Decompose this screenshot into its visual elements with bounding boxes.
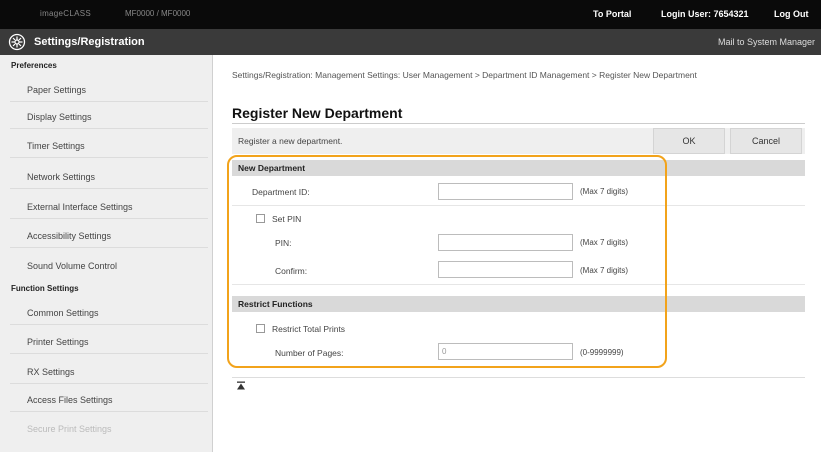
log-out-link[interactable]: Log Out: [774, 9, 809, 19]
sidebar-item-common-settings[interactable]: Common Settings: [27, 308, 99, 318]
sidebar-item-external-interface-settings[interactable]: External Interface Settings: [27, 202, 133, 212]
sidebar-group-function-settings: Function Settings: [11, 284, 79, 293]
breadcrumb: Settings/Registration: Management Settin…: [232, 70, 697, 80]
divider: [10, 188, 208, 189]
divider: [10, 157, 208, 158]
highlight-frame: [227, 155, 667, 368]
ok-button[interactable]: OK: [653, 128, 725, 154]
divider: [10, 324, 208, 325]
divider: [10, 247, 208, 248]
device-model: MF0000 / MF0000: [125, 9, 191, 18]
divider: [10, 383, 208, 384]
sidebar-item-display-settings[interactable]: Display Settings: [27, 112, 92, 122]
divider: [232, 123, 805, 124]
divider: [10, 218, 208, 219]
sidebar-item-paper-settings[interactable]: Paper Settings: [27, 85, 86, 95]
top-bar: imageCLASS MF0000 / MF0000 To Portal Log…: [0, 0, 821, 29]
to-portal-link[interactable]: To Portal: [593, 9, 631, 19]
sidebar-item-timer-settings[interactable]: Timer Settings: [27, 141, 85, 151]
divider: [10, 353, 208, 354]
login-user-label: Login User: 7654321: [661, 9, 749, 19]
divider: [10, 411, 208, 412]
sidebar-item-accessibility-settings[interactable]: Accessibility Settings: [27, 231, 111, 241]
sidebar-group-preferences: Preferences: [11, 61, 57, 70]
sidebar-item-sound-volume-control[interactable]: Sound Volume Control: [27, 261, 117, 271]
page-title: Register New Department: [232, 105, 403, 121]
settings-gear-icon: [8, 33, 26, 51]
device-name: imageCLASS: [40, 9, 92, 18]
divider: [10, 101, 208, 102]
sidebar: Preferences Paper Settings Display Setti…: [0, 55, 213, 452]
sidebar-item-printer-settings[interactable]: Printer Settings: [27, 337, 89, 347]
sidebar-item-network-settings[interactable]: Network Settings: [27, 172, 95, 182]
cancel-button[interactable]: Cancel: [730, 128, 802, 154]
app-title: Settings/Registration: [34, 36, 145, 48]
divider: [232, 377, 805, 378]
divider: [10, 128, 208, 129]
sidebar-item-access-files-settings[interactable]: Access Files Settings: [27, 395, 113, 405]
sidebar-item-secure-print-settings[interactable]: Secure Print Settings: [27, 424, 112, 434]
back-to-top-icon[interactable]: [236, 381, 246, 391]
mail-to-system-manager-link[interactable]: Mail to System Manager: [718, 37, 815, 47]
title-bar: Settings/Registration Mail to System Man…: [0, 29, 821, 55]
sidebar-item-rx-settings[interactable]: RX Settings: [27, 367, 75, 377]
page-description: Register a new department.: [238, 136, 343, 146]
